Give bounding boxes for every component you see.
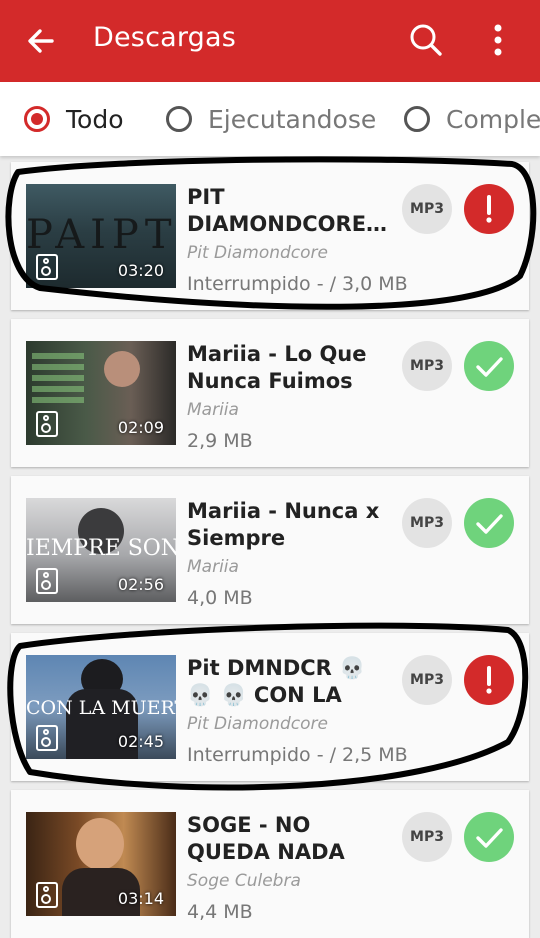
completed-button[interactable] (464, 812, 514, 862)
video-thumbnail: IEMPRE SONREI 02:56 (26, 498, 176, 602)
item-status: 4,0 MB (187, 587, 253, 609)
duration-label: 02:56 (117, 575, 164, 594)
format-badge: MP3 (402, 812, 452, 862)
format-badge: MP3 (402, 341, 452, 391)
radio-selected-icon[interactable] (24, 106, 50, 132)
download-item[interactable]: IEMPRE SONREI 02:56 Mariia - Nunca x Sie… (11, 476, 529, 624)
item-title: SOGE - NO QUEDA NADA [MENTE… (187, 813, 345, 864)
item-artist: Pit Diamondcore (187, 243, 328, 263)
tab-label: Todo (66, 104, 124, 134)
radio-icon[interactable] (166, 106, 192, 132)
item-title: Mariia - Lo Que Nunca Fuimos (co… (187, 342, 367, 393)
format-badge: MP3 (402, 498, 452, 548)
page-title: Descargas (93, 22, 237, 53)
audio-icon (36, 725, 58, 751)
video-thumbnail: 02:09 (26, 341, 176, 445)
item-artist: Soge Culebra (187, 871, 301, 891)
app-bar: Descargas (0, 0, 540, 82)
item-title: Pit DMNDCR 💀 💀 💀 CON LA (187, 656, 366, 707)
completed-button[interactable] (464, 498, 514, 548)
download-item[interactable]: 02:09 Mariia - Lo Que Nunca Fuimos (co… … (11, 319, 529, 467)
video-thumbnail: PAIPT 03:20 (26, 184, 176, 288)
tab-ejecutandose[interactable]: Ejecutandose (166, 82, 376, 156)
arrow-back-icon[interactable] (24, 24, 58, 58)
search-icon[interactable] (408, 22, 444, 58)
item-title: PIT DIAMONDCORE… (187, 185, 388, 236)
error-button[interactable] (464, 655, 514, 705)
download-item[interactable]: PAIPT 03:20 PIT DIAMONDCORE… Pit Diamond… (11, 162, 529, 310)
download-item[interactable]: CON LA MUERT 02:45 Pit DMNDCR 💀 💀 💀 CON … (11, 633, 529, 781)
video-thumbnail: 03:14 (26, 812, 176, 916)
duration-label: 02:45 (117, 732, 164, 751)
item-artist: Pit Diamondcore (187, 714, 328, 734)
item-title: Mariia - Nunca x Siempre (Videocli… (187, 499, 380, 550)
alert-icon (486, 195, 492, 223)
audio-icon (36, 254, 58, 280)
audio-icon (36, 411, 58, 437)
item-status: 2,9 MB (187, 430, 253, 452)
completed-button[interactable] (464, 341, 514, 391)
format-badge: MP3 (402, 655, 452, 705)
duration-label: 02:09 (117, 418, 164, 437)
audio-icon (36, 568, 58, 594)
alert-icon (486, 666, 492, 694)
format-badge: MP3 (402, 184, 452, 234)
item-status: Interrumpido - / 2,5 MB (187, 744, 408, 766)
tab-completado[interactable]: Completado (404, 82, 540, 156)
check-icon (476, 514, 503, 534)
duration-label: 03:14 (117, 889, 164, 908)
tab-label: Completado (446, 104, 540, 134)
filter-tabs: Todo Ejecutandose Completado (0, 82, 540, 156)
tab-todo[interactable]: Todo (24, 82, 123, 156)
item-status: Interrumpido - / 3,0 MB (187, 273, 408, 295)
tab-label: Ejecutandose (208, 104, 377, 134)
item-artist: Mariia (187, 400, 239, 420)
download-item[interactable]: 03:14 SOGE - NO QUEDA NADA [MENTE… Soge … (11, 790, 529, 938)
more-vert-icon[interactable] (484, 22, 512, 58)
audio-icon (36, 882, 58, 908)
video-thumbnail: CON LA MUERT 02:45 (26, 655, 176, 759)
duration-label: 03:20 (117, 261, 164, 280)
radio-icon[interactable] (404, 106, 430, 132)
item-artist: Mariia (187, 557, 239, 577)
error-button[interactable] (464, 184, 514, 234)
check-icon (476, 357, 503, 377)
check-icon (476, 828, 503, 848)
